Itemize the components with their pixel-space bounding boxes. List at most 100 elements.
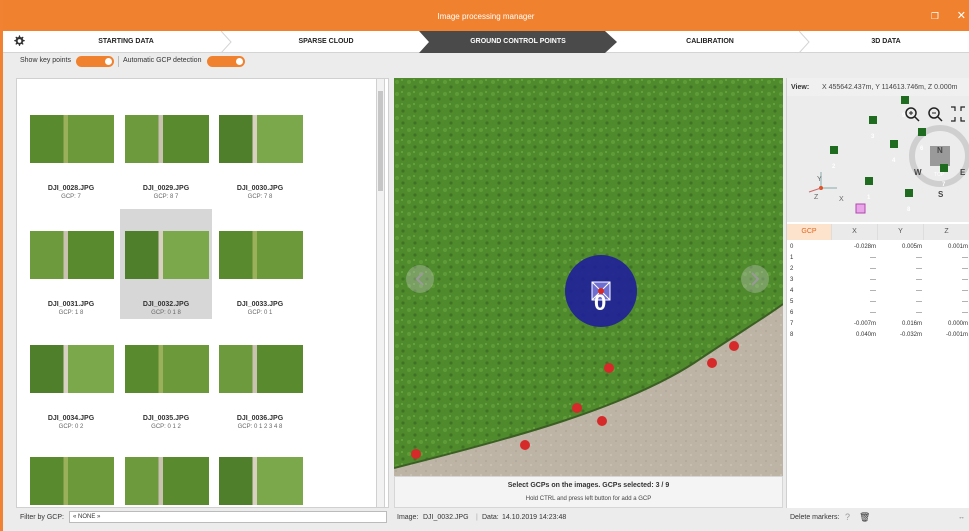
thumbnail-item[interactable]: DJI_0028.JPG GCP: 7: [25, 101, 117, 211]
cell-z: ---: [962, 288, 968, 294]
zoom-out-icon[interactable]: [927, 106, 943, 122]
step-ground-control-points[interactable]: GROUND CONTROL POINTS: [419, 31, 617, 53]
thumbnail-gcp-list: GCP: 0 2: [58, 424, 84, 430]
fullscreen-icon[interactable]: [950, 106, 966, 122]
step-starting-data[interactable]: STARTING DATA: [31, 31, 221, 53]
thumbnail-list: DJI_0028.JPG GCP: 7 DJI_0029.JPG GCP: 8 7 DJ…: [16, 78, 389, 508]
thumbnail-gcp-list: GCP: 7: [61, 194, 81, 200]
thumbnail-scrollbar[interactable]: [376, 78, 385, 508]
col-gcp-header[interactable]: GCP: [787, 224, 832, 240]
resize-grip-icon[interactable]: ↔: [958, 514, 965, 521]
cell-x: -0.007m: [853, 321, 876, 327]
table-row[interactable]: 2 --- --- ---: [787, 264, 969, 275]
minimap-marker-6: 6: [920, 146, 924, 152]
table-row[interactable]: 6 --- --- ---: [787, 308, 969, 319]
thumbnail-item[interactable]: [214, 443, 306, 507]
minimap-marker-3: 3: [871, 134, 875, 140]
cell-y: -0.032m: [899, 332, 922, 338]
cell-y: ---: [916, 266, 922, 272]
show-key-points-toggle[interactable]: [76, 56, 114, 67]
image-viewer[interactable]: 0: [394, 78, 783, 476]
cell-y: ---: [916, 310, 922, 316]
thumbnail-gcp-list: GCP: 8 7: [153, 194, 179, 200]
thumbnail-item[interactable]: DJI_0032.JPG GCP: 0 1 8: [120, 209, 212, 319]
axis-z-label: Z: [814, 194, 819, 201]
trash-icon[interactable]: 🗑: [859, 512, 870, 523]
thumbnail-item[interactable]: DJI_0033.JPG GCP: 0 1: [214, 217, 306, 327]
cell-z: ---: [962, 255, 968, 261]
cell-id: 8: [790, 332, 794, 338]
gear-icon[interactable]: [12, 34, 26, 48]
image-info: Select GCPs on the images. GCPs selected…: [394, 476, 783, 508]
axis-x-label: X: [839, 196, 844, 203]
thumbnail-filename: DJI_0035.JPG: [142, 415, 190, 422]
image-name: DJI_0032.JPG: [423, 514, 469, 521]
minimap-marker-7: 7: [942, 182, 946, 188]
step-sparse-cloud[interactable]: SPARSE CLOUD: [231, 31, 421, 53]
cell-z: ---: [962, 277, 968, 283]
date-value: 14.10.2019 14:23:48: [502, 514, 567, 521]
thumbnail-image: [125, 231, 209, 279]
cell-id: 5: [790, 299, 794, 305]
cell-id: 7: [790, 321, 794, 327]
col-y-header[interactable]: Y: [878, 224, 924, 240]
thumbnail-image: [219, 231, 303, 279]
gcp-add-hint: Hold CTRL and press left button for add …: [525, 496, 652, 502]
cell-x: ---: [870, 299, 876, 305]
aerial-image: [394, 78, 783, 476]
thumbnail-item[interactable]: DJI_0031.JPG GCP: 1 8: [25, 217, 117, 327]
thumbnail-gcp-list: GCP: 1 8: [58, 310, 84, 316]
minimap-marker-1: 1: [867, 195, 871, 201]
help-icon[interactable]: ?: [845, 512, 850, 522]
table-row[interactable]: 3 --- --- ---: [787, 275, 969, 286]
divider: [118, 56, 119, 67]
close-icon[interactable]: ✕: [957, 9, 966, 22]
thumbnail-item[interactable]: DJI_0035.JPG GCP: 0 1 2: [120, 331, 212, 441]
compass-east: E: [960, 168, 966, 177]
auto-gcp-label: Automatic GCP detection: [123, 57, 202, 64]
minimap[interactable]: 9 3 6 4 2 7 1 8 0 N S W E TOP Y Z X: [787, 96, 969, 222]
delete-markers-label: Delete markers:: [790, 514, 840, 521]
restore-icon[interactable]: ❐: [931, 11, 939, 22]
compass-north: N: [937, 146, 943, 155]
thumbnail-image: [125, 345, 209, 393]
view-coordinates: View: X 455642.437m, Y 114613.746m, Z 0.…: [787, 78, 969, 96]
table-row[interactable]: 1 --- --- ---: [787, 253, 969, 264]
table-row[interactable]: 4 --- --- ---: [787, 286, 969, 297]
cell-x: 0.040m: [855, 332, 876, 338]
compass-west: W: [914, 168, 922, 177]
cell-id: 4: [790, 288, 794, 294]
cell-y: ---: [916, 277, 922, 283]
minimap-marker-2: 2: [832, 164, 836, 170]
thumbnail-image: [125, 457, 209, 505]
thumbnail-item[interactable]: DJI_0030.JPG GCP: 7 8: [214, 101, 306, 211]
app-window: Image processing manager ❐ ✕ STARTING DA…: [3, 0, 969, 531]
thumbnail-filename: DJI_0028.JPG: [47, 185, 95, 192]
thumbnail-item[interactable]: [25, 443, 117, 507]
step-3d-data[interactable]: 3D DATA: [803, 31, 969, 53]
auto-gcp-toggle[interactable]: [207, 56, 245, 67]
thumbnail-filename: DJI_0029.JPG: [142, 185, 190, 192]
table-row[interactable]: 0 -0.028m 0.005m 0.001m: [787, 242, 969, 253]
zoom-in-icon[interactable]: [904, 106, 920, 122]
col-x-header[interactable]: X: [832, 224, 878, 240]
table-row[interactable]: 7 -0.007m 0.016m 0.000m: [787, 319, 969, 330]
table-row[interactable]: 5 --- --- ---: [787, 297, 969, 308]
thumbnail-filename: DJI_0036.JPG: [236, 415, 284, 422]
thumbnail-image: [30, 231, 114, 279]
right-panel: View: X 455642.437m, Y 114613.746m, Z 0.…: [786, 78, 969, 508]
filter-gcp-select[interactable]: « NONE »: [69, 511, 387, 523]
table-row[interactable]: 8 0.040m -0.032m -0.001m: [787, 330, 969, 341]
date-label: Data:: [482, 514, 499, 521]
thumbnail-item[interactable]: DJI_0034.JPG GCP: 0 2: [25, 331, 117, 441]
filter-bar: Filter by GCP: « NONE »: [16, 510, 389, 525]
thumbnail-item[interactable]: DJI_0036.JPG GCP: 0 1 2 3 4 8: [214, 331, 306, 441]
step-calibration[interactable]: CALIBRATION: [617, 31, 803, 53]
thumbnail-item[interactable]: DJI_0029.JPG GCP: 8 7: [120, 101, 212, 211]
cell-y: ---: [916, 288, 922, 294]
compass-top[interactable]: TOP: [934, 172, 944, 178]
col-z-header[interactable]: Z: [924, 224, 969, 240]
cell-id: 2: [790, 266, 794, 272]
thumbnail-item[interactable]: [120, 443, 212, 507]
cell-x: -0.028m: [853, 244, 876, 250]
